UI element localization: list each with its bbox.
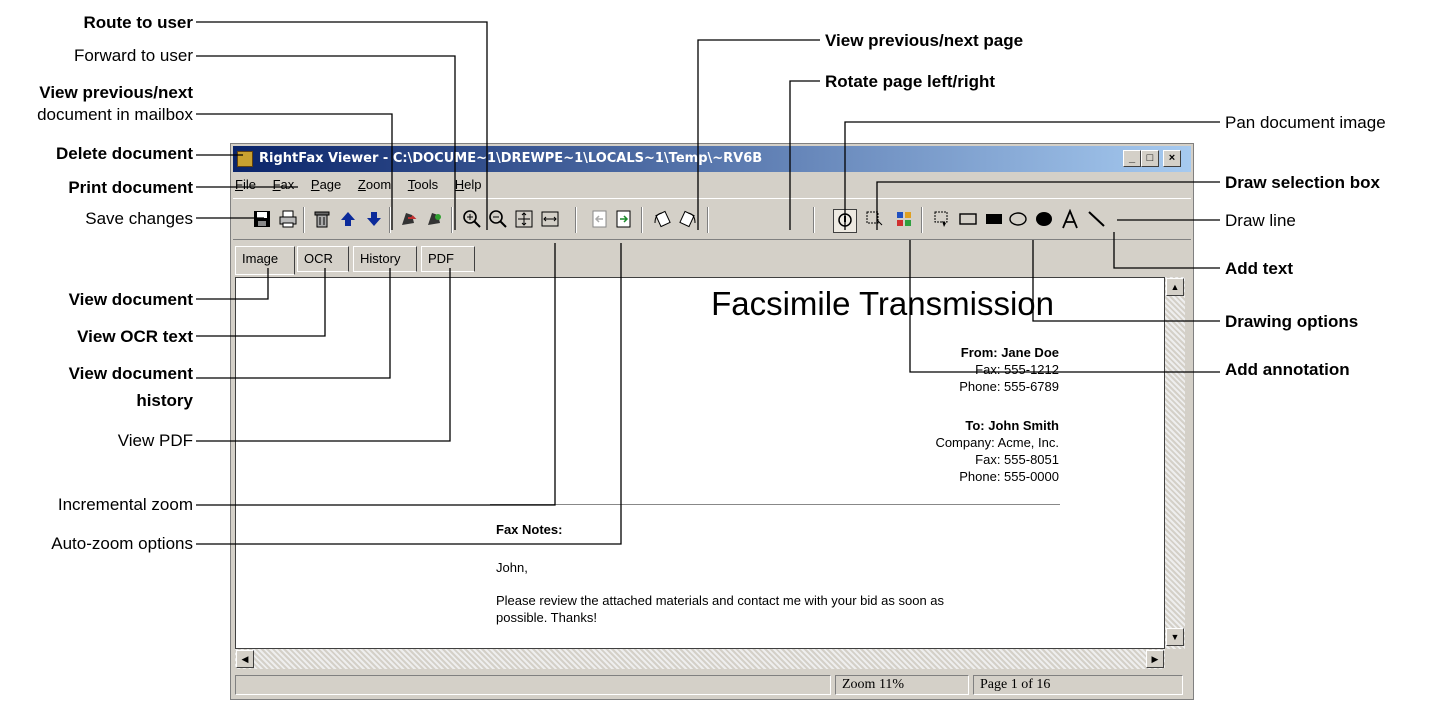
toolbar-separator	[641, 207, 643, 233]
menu-bar: File Fax Page Zoom Tools Help	[235, 174, 495, 196]
close-button[interactable]: ×	[1163, 150, 1181, 167]
horizontal-scrollbar[interactable]: ◀ ▶	[235, 649, 1165, 669]
zoom-out-icon[interactable]	[487, 209, 509, 231]
selection-box-icon[interactable]	[863, 209, 885, 231]
fax-divider	[490, 504, 1060, 505]
rotate-left-icon[interactable]	[651, 209, 673, 231]
fax-body-line-2: possible. Thanks!	[496, 610, 597, 625]
menu-help[interactable]: Help	[455, 174, 482, 196]
label-save-changes: Save changes	[85, 209, 193, 228]
label-draw-selection-box: Draw selection box	[1225, 173, 1380, 192]
scroll-down-button[interactable]: ▼	[1166, 628, 1184, 646]
fax-to-company: Company: Acme, Inc.	[935, 435, 1059, 450]
label-auto-zoom-options: Auto-zoom options	[51, 534, 193, 553]
fax-greeting: John,	[496, 560, 528, 575]
rotate-right-icon[interactable]	[677, 209, 699, 231]
label-pan-document-image: Pan document image	[1225, 113, 1386, 132]
delete-icon[interactable]	[311, 209, 333, 231]
toolbar-separator	[921, 207, 923, 233]
fax-to-fax: Fax: 555-8051	[975, 452, 1059, 467]
print-icon[interactable]	[277, 209, 299, 231]
fax-to: To: John Smith	[965, 418, 1059, 433]
zoom-in-icon[interactable]	[461, 209, 483, 231]
document-image-area[interactable]: Facsimile Transmission From: Jane Doe Fa…	[235, 277, 1165, 649]
fit-width-icon[interactable]	[539, 209, 561, 231]
scroll-up-button[interactable]: ▲	[1166, 278, 1184, 296]
label-view-pdf: View PDF	[117, 431, 193, 450]
filled-rectangle-icon[interactable]	[983, 209, 1005, 231]
save-icon[interactable]	[251, 209, 273, 231]
label-incremental-zoom: Incremental zoom	[57, 495, 193, 514]
tab-ocr[interactable]: OCR	[297, 246, 349, 272]
previous-document-icon[interactable]	[337, 209, 359, 231]
label-print-document: Print document	[68, 178, 193, 197]
fax-from-phone: Phone: 555-6789	[959, 379, 1059, 394]
label-rotate-page: Rotate page left/right	[825, 72, 996, 91]
app-icon	[237, 151, 253, 167]
menu-tools[interactable]: Tools	[408, 174, 438, 196]
toolbar	[233, 198, 1191, 240]
label-view-prev-next-document-1: View previous/next	[39, 83, 193, 102]
rectangle-icon[interactable]	[957, 209, 979, 231]
label-view-document-history-1: View document	[68, 364, 193, 383]
status-bar: Zoom 11% Page 1 of 16	[233, 673, 1191, 697]
menu-page[interactable]: Page	[311, 174, 341, 196]
status-page: Page 1 of 16	[973, 675, 1183, 695]
fax-from-fax: Fax: 555-1212	[975, 362, 1059, 377]
label-view-document: View document	[68, 290, 193, 309]
previous-page-icon[interactable]	[589, 209, 611, 231]
toolbar-separator	[389, 207, 391, 233]
minimize-button[interactable]: _	[1123, 150, 1141, 167]
label-route-to-user: Route to user	[83, 13, 193, 32]
filled-ellipse-icon[interactable]	[1033, 209, 1055, 231]
next-page-icon[interactable]	[613, 209, 635, 231]
text-icon[interactable]	[1059, 208, 1081, 231]
window-title: RightFax Viewer - C:\DOCUME~1\DREWPE~1\L…	[259, 151, 763, 166]
route-icon[interactable]	[423, 209, 445, 231]
label-forward-to-user: Forward to user	[73, 46, 193, 65]
toolbar-separator	[707, 207, 709, 233]
fax-from: From: Jane Doe	[960, 345, 1059, 360]
toolbar-separator	[813, 207, 815, 233]
tab-history[interactable]: History	[353, 246, 417, 272]
fax-notes-heading: Fax Notes:	[496, 522, 563, 537]
fax-title: Facsimile Transmission	[711, 285, 1054, 322]
label-view-ocr-text: View OCR text	[77, 327, 193, 346]
label-view-prev-next-page: View previous/next page	[825, 31, 1024, 50]
pan-icon[interactable]	[833, 209, 857, 233]
label-add-annotation: Add annotation	[1225, 360, 1350, 379]
tab-pdf[interactable]: PDF	[421, 246, 475, 272]
label-add-text: Add text	[1225, 259, 1293, 278]
annotation-icon[interactable]	[893, 209, 915, 231]
toolbar-separator	[303, 207, 305, 233]
ellipse-icon[interactable]	[1007, 209, 1029, 231]
label-drawing-options: Drawing options	[1225, 312, 1359, 331]
fax-body-line-1: Please review the attached materials and…	[496, 593, 945, 608]
toolbar-separator	[451, 207, 453, 233]
label-view-document-history-2: history	[136, 391, 193, 410]
forward-icon[interactable]	[397, 209, 419, 231]
menu-fax[interactable]: Fax	[273, 174, 295, 196]
toolbar-separator	[575, 207, 577, 233]
title-bar[interactable]: RightFax Viewer - C:\DOCUME~1\DREWPE~1\L…	[233, 146, 1191, 172]
menu-file[interactable]: File	[235, 174, 256, 196]
line-icon[interactable]	[1085, 209, 1107, 231]
status-panel-main	[235, 675, 831, 695]
label-view-prev-next-document-2: document in mailbox	[37, 105, 193, 124]
scroll-left-button[interactable]: ◀	[236, 650, 254, 668]
menu-zoom[interactable]: Zoom	[358, 174, 391, 196]
drawing-options-icon[interactable]	[931, 209, 953, 231]
status-zoom: Zoom 11%	[835, 675, 969, 695]
label-draw-line: Draw line	[1225, 211, 1296, 230]
next-document-icon[interactable]	[363, 209, 385, 231]
scroll-right-button[interactable]: ▶	[1146, 650, 1164, 668]
label-delete-document: Delete document	[56, 144, 193, 163]
fax-to-phone: Phone: 555-0000	[959, 469, 1059, 484]
vertical-scrollbar[interactable]: ▲ ▼	[1165, 277, 1185, 649]
rightfax-viewer-window: RightFax Viewer - C:\DOCUME~1\DREWPE~1\L…	[230, 143, 1194, 700]
maximize-button[interactable]: □	[1141, 150, 1159, 167]
tab-image[interactable]: Image	[235, 246, 295, 275]
fit-page-icon[interactable]	[513, 209, 535, 231]
